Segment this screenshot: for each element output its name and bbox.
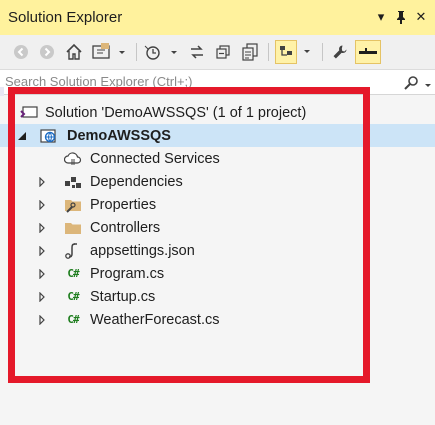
tree-item-properties[interactable]: Properties (0, 193, 435, 216)
expand-arrow-icon[interactable] (36, 291, 48, 303)
back-button[interactable] (12, 40, 30, 64)
search-icon[interactable] (403, 75, 419, 96)
switch-views-button[interactable] (90, 40, 130, 64)
tree-item-connected-services[interactable]: Connected Services (0, 147, 435, 170)
tree-item-label: Startup.cs (90, 288, 156, 305)
clock-filter-icon (144, 45, 177, 60)
tree-item-appsettings[interactable]: appsettings.json (0, 239, 435, 262)
tree-item-label: Controllers (90, 219, 161, 236)
expand-arrow-icon[interactable] (36, 199, 48, 211)
folder-icon (64, 219, 82, 237)
collapse-arrow-icon[interactable] (16, 130, 28, 142)
show-all-files-button[interactable] (239, 40, 261, 64)
sync-icon (191, 45, 203, 59)
tree-item-controllers[interactable]: Controllers (0, 216, 435, 239)
properties-button[interactable] (329, 40, 351, 64)
tree-item-dependencies[interactable]: Dependencies (0, 170, 435, 193)
window-title: Solution Explorer (8, 9, 123, 26)
tree-item-program-cs[interactable]: C# Program.cs (0, 262, 435, 285)
tree-item-label: appsettings.json (90, 242, 195, 259)
show-all-files-icon (242, 43, 258, 61)
home-icon (66, 43, 82, 60)
pending-changes-filter-button[interactable] (142, 40, 182, 64)
forward-button[interactable] (38, 40, 56, 64)
wrench-icon (333, 45, 347, 59)
window-position-dropdown[interactable]: ▾ (373, 9, 389, 25)
preview-dropdown-button[interactable] (300, 40, 314, 64)
close-button[interactable]: ✕ (413, 9, 429, 25)
chevron-down-icon (304, 50, 310, 53)
collapse-all-icon (216, 45, 230, 59)
expand-arrow-icon[interactable] (36, 268, 48, 280)
preview-selected-items-button[interactable] (275, 40, 297, 64)
solution-tree: Solution 'DemoAWSSQS' (1 of 1 project) D… (0, 96, 435, 425)
csharp-file-icon: C# (67, 267, 79, 280)
tree-item-label: Connected Services (90, 150, 220, 167)
tree-item-startup-cs[interactable]: C# Startup.cs (0, 285, 435, 308)
web-project-icon (40, 127, 58, 145)
tree-item-label: Program.cs (90, 265, 165, 282)
title-bar: Solution Explorer ▾ ✕ (0, 0, 435, 35)
tree-item-project[interactable]: DemoAWSSQS (0, 124, 435, 147)
expand-arrow-icon[interactable] (36, 245, 48, 257)
search-options-dropdown[interactable] (423, 78, 433, 96)
tree-item-label: Solution 'DemoAWSSQS' (1 of 1 project) (45, 104, 307, 121)
dock-panel-icon (359, 48, 377, 54)
collapse-all-button[interactable] (213, 40, 233, 64)
dependencies-icon (64, 173, 82, 191)
csharp-file-icon: C# (67, 313, 79, 326)
tree-item-label: WeatherForecast.cs (90, 311, 220, 328)
expand-arrow-icon[interactable] (36, 176, 48, 188)
preview-selected-items-icon (280, 46, 292, 56)
forward-icon (40, 45, 54, 59)
sync-with-active-document-button[interactable] (187, 40, 207, 64)
auto-hide-button[interactable] (355, 40, 381, 64)
back-icon (14, 45, 28, 59)
connected-services-icon (64, 150, 82, 168)
solution-icon (20, 104, 38, 122)
tree-item-weatherforecast-cs[interactable]: C# WeatherForecast.cs (0, 308, 435, 331)
switch-views-icon (92, 43, 125, 59)
chevron-down-icon (425, 84, 431, 87)
home-button[interactable] (64, 40, 84, 64)
tree-item-solution[interactable]: Solution 'DemoAWSSQS' (1 of 1 project) (0, 101, 435, 124)
tree-item-label: Dependencies (90, 173, 183, 190)
search-input[interactable]: Search Solution Explorer (Ctrl+;) (5, 74, 193, 89)
csharp-file-icon: C# (67, 290, 79, 303)
toolbar (0, 35, 435, 70)
expand-arrow-icon[interactable] (36, 222, 48, 234)
search-box[interactable]: Search Solution Explorer (Ctrl+;) (0, 70, 435, 95)
tree-item-label: Properties (90, 196, 157, 213)
tree-item-label: DemoAWSSQS (67, 127, 171, 144)
json-file-icon (64, 242, 82, 260)
pin-icon[interactable] (393, 9, 409, 25)
properties-folder-icon (64, 196, 82, 214)
expand-arrow-icon[interactable] (36, 314, 48, 326)
